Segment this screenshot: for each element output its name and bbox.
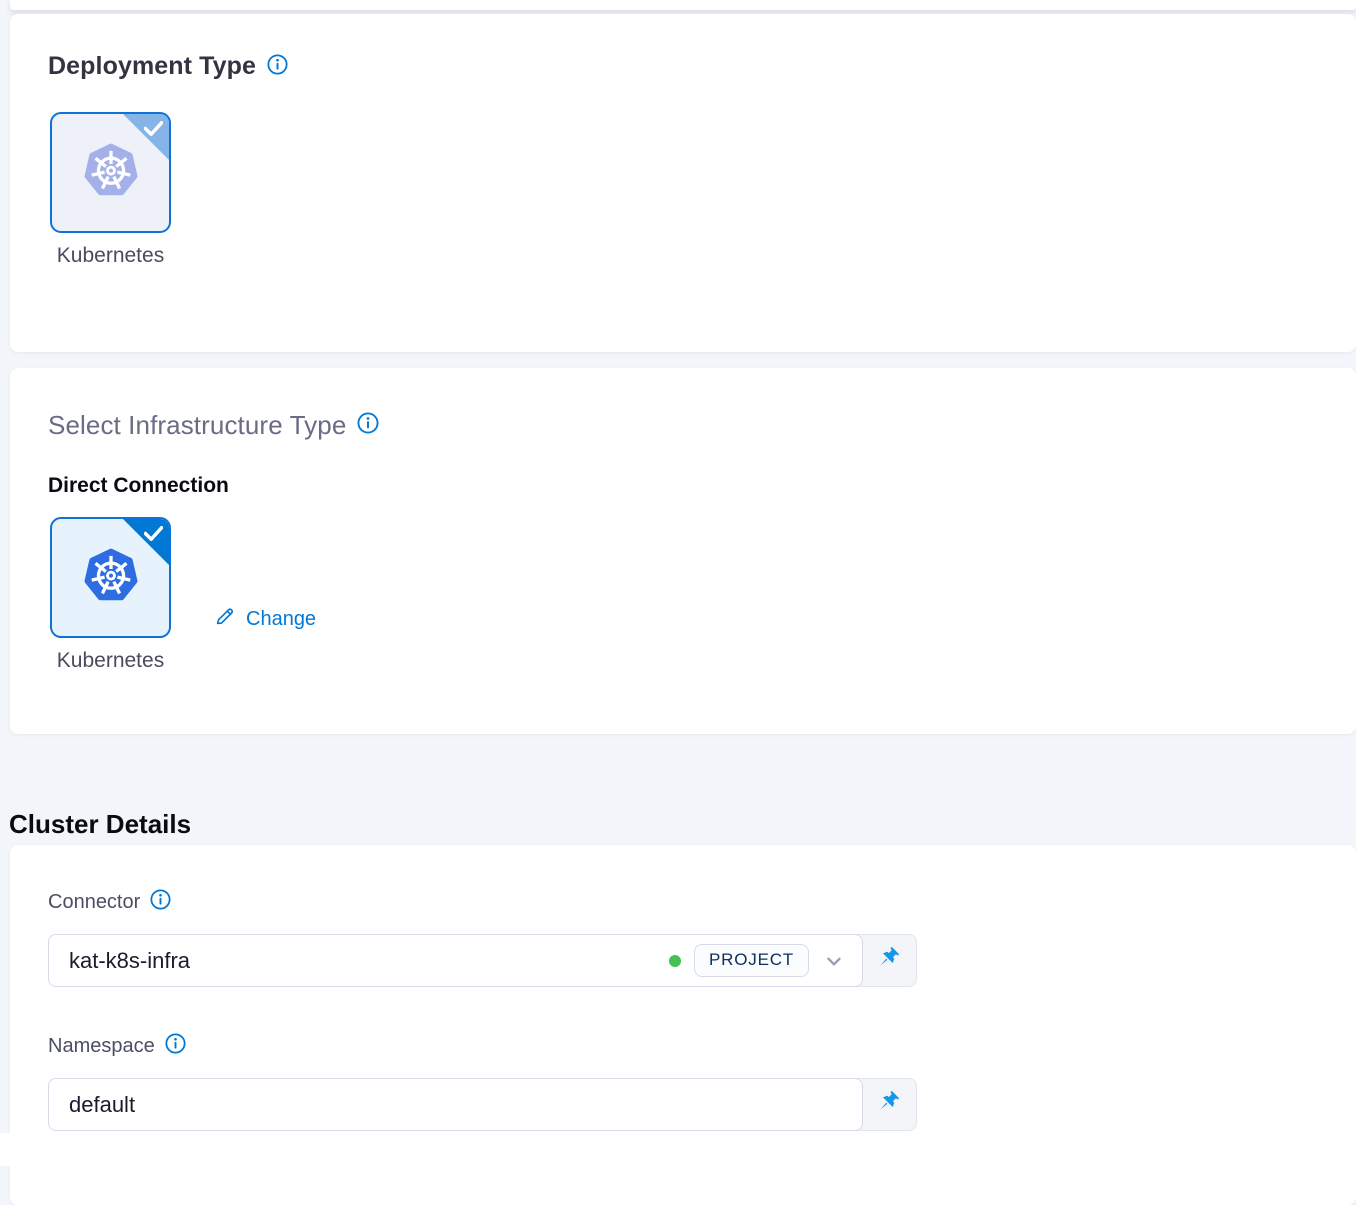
infrastructure-header: Select Infrastructure Type [48,410,1356,441]
kubernetes-tile[interactable] [50,517,171,638]
namespace-label-row: Namespace [48,1033,917,1060]
scope-badge: PROJECT [694,944,809,977]
deployment-type-title: Deployment Type [48,52,256,81]
deployment-type-card: Deployment Type [10,14,1356,352]
pin-icon [874,1089,901,1121]
namespace-input[interactable] [69,1092,846,1118]
change-button[interactable]: Change [213,566,316,673]
connector-label-row: Connector [48,889,917,916]
info-icon[interactable] [165,1033,186,1060]
chevron-down-icon[interactable] [822,949,846,973]
info-icon[interactable] [267,54,288,80]
kubernetes-tile[interactable] [50,112,171,233]
namespace-label: Namespace [48,1035,155,1058]
namespace-input-wrap [48,1078,863,1131]
deployment-type-option: Kubernetes [48,112,173,268]
connector-input[interactable]: kat-k8s-infra PROJECT [48,934,863,987]
connector-field-group: Connector kat-k8s-infra PROJECT [48,889,917,987]
infrastructure-type-card: Select Infrastructure Type Direct Connec… [10,368,1356,734]
bottom-bar [0,1133,1356,1166]
tile-label: Kubernetes [57,244,164,268]
info-icon[interactable] [150,889,171,916]
info-icon[interactable] [357,412,379,439]
pin-icon [874,945,901,977]
connector-value: kat-k8s-infra [69,948,669,974]
namespace-field-group: Namespace [48,1033,917,1131]
connector-label: Connector [48,891,140,914]
pencil-icon [213,605,236,634]
infrastructure-title: Select Infrastructure Type [48,410,346,441]
cluster-details-title: Cluster Details [9,809,191,840]
change-label: Change [246,608,316,631]
previous-card-edge [10,0,1356,10]
direct-connection-label: Direct Connection [48,474,1356,498]
check-icon [144,121,163,141]
tile-label: Kubernetes [57,649,164,673]
deployment-type-header: Deployment Type [48,52,1356,81]
infrastructure-option: Kubernetes [48,517,173,673]
connector-status-dot [669,955,681,967]
check-icon [144,526,163,546]
